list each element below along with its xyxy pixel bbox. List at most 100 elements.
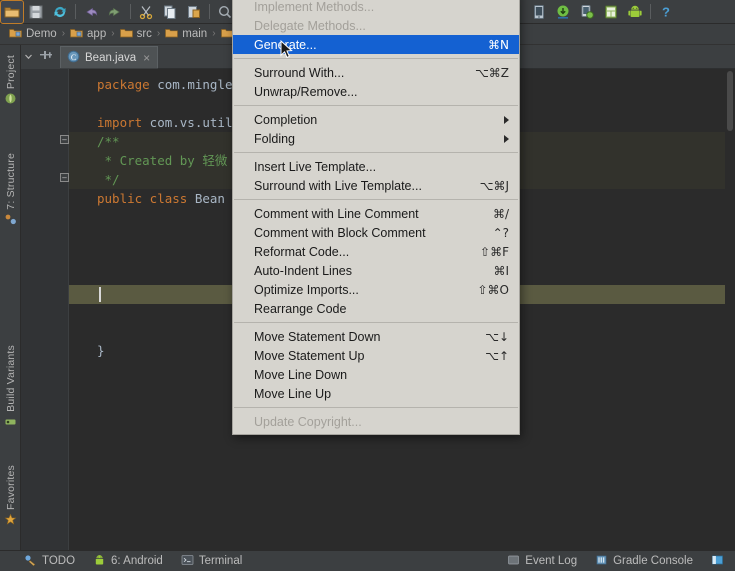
cut-icon[interactable] bbox=[135, 1, 157, 23]
sidebar-item-structure[interactable]: 7: Structure bbox=[0, 153, 21, 231]
folder-icon bbox=[165, 27, 179, 42]
terminal-icon bbox=[181, 554, 194, 569]
menu-item-accel: ⌘I bbox=[493, 263, 509, 278]
tab-bean-java[interactable]: C Bean.java × bbox=[60, 46, 159, 68]
menu-item-folding[interactable]: Folding bbox=[233, 129, 519, 148]
editor-context-menu[interactable]: Implement Methods... Delegate Methods...… bbox=[232, 0, 520, 435]
breadcrumb-separator: › bbox=[156, 28, 161, 39]
menu-item-update-copyright[interactable]: Update Copyright... bbox=[233, 412, 519, 431]
layout-inspector-icon[interactable] bbox=[600, 1, 622, 23]
menu-item-implement-methods[interactable]: Implement Methods... bbox=[233, 0, 519, 16]
menu-item-unwrap-remove[interactable]: Unwrap/Remove... bbox=[233, 82, 519, 101]
menu-item-completion[interactable]: Completion bbox=[233, 110, 519, 129]
menu-item-label: Generate... bbox=[254, 37, 317, 52]
save-all-icon[interactable] bbox=[25, 1, 47, 23]
status-item-android[interactable]: 6: Android bbox=[93, 554, 163, 569]
sidebar-item-label: 7: Structure bbox=[4, 153, 17, 210]
module-icon bbox=[9, 27, 22, 42]
menu-item-label: Folding bbox=[254, 131, 295, 146]
sync-icon[interactable] bbox=[49, 1, 71, 23]
status-item-label: 6: Android bbox=[111, 555, 163, 567]
status-item-gradle-console[interactable]: Gradle Console bbox=[595, 554, 693, 569]
folder-icon bbox=[119, 27, 133, 42]
menu-separator bbox=[234, 199, 518, 200]
breadcrumb-separator: › bbox=[212, 28, 216, 39]
menu-item-insert-live-template[interactable]: Insert Live Template... bbox=[233, 157, 519, 176]
status-item-terminal[interactable]: Terminal bbox=[181, 554, 242, 569]
menu-item-optimize-imports[interactable]: Optimize Imports... ⇧⌘O bbox=[233, 280, 519, 299]
breadcrumb-label: src bbox=[136, 28, 152, 40]
menu-item-label: Implement Methods... bbox=[254, 0, 375, 14]
close-icon[interactable]: × bbox=[143, 52, 150, 64]
chevron-down-icon[interactable] bbox=[24, 48, 33, 66]
status-bar: TODO 6: Android Terminal Event Log Gradl… bbox=[0, 550, 735, 571]
copy-icon[interactable] bbox=[159, 1, 181, 23]
fold-marker[interactable]: – bbox=[60, 173, 69, 182]
sidebar-item-project[interactable]: Project bbox=[0, 55, 21, 110]
menu-item-accel: ⌘/ bbox=[492, 206, 509, 221]
sidebar-item-favorites[interactable]: Favorites bbox=[0, 465, 21, 531]
menu-item-comment-with-line-comment[interactable]: Comment with Line Comment ⌘/ bbox=[233, 204, 519, 223]
breadcrumb-item-2[interactable]: src bbox=[117, 26, 155, 43]
menu-item-rearrange-code[interactable]: Rearrange Code bbox=[233, 299, 519, 318]
menu-item-accel: ⌥⌘Z bbox=[474, 65, 509, 80]
menu-item-move-statement-down[interactable]: Move Statement Down ⌥↓ bbox=[233, 327, 519, 346]
sdk-manager-icon[interactable] bbox=[552, 1, 574, 23]
code-line-closing-brace: } bbox=[97, 343, 105, 358]
fold-marker[interactable]: – bbox=[60, 135, 69, 144]
todo-icon bbox=[24, 554, 37, 569]
toolbar-group-android: ? bbox=[527, 0, 678, 23]
menu-item-accel: ⌥↑ bbox=[485, 348, 509, 363]
menu-item-auto-indent-lines[interactable]: Auto-Indent Lines ⌘I bbox=[233, 261, 519, 280]
variants-icon bbox=[4, 415, 17, 433]
toolbar-separator bbox=[209, 4, 210, 19]
menu-separator bbox=[234, 407, 518, 408]
menu-item-label: Completion bbox=[254, 112, 318, 127]
redo-icon[interactable] bbox=[104, 1, 126, 23]
menu-item-label: Surround With... bbox=[254, 65, 345, 80]
menu-item-move-statement-up[interactable]: Move Statement Up ⌥↑ bbox=[233, 346, 519, 365]
menu-item-reformat-code[interactable]: Reformat Code... ⇧⌘F bbox=[233, 242, 519, 261]
menu-item-generate[interactable]: Generate... ⌘N bbox=[233, 35, 519, 54]
menu-item-accel: ⌥⌘J bbox=[479, 178, 509, 193]
menu-item-surround-with-live-template[interactable]: Surround with Live Template... ⌥⌘J bbox=[233, 176, 519, 195]
avd-manager-icon[interactable] bbox=[528, 1, 550, 23]
help-icon[interactable]: ? bbox=[655, 1, 677, 23]
text-caret bbox=[99, 287, 101, 302]
open-project-icon[interactable] bbox=[0, 0, 24, 24]
undo-icon[interactable] bbox=[80, 1, 102, 23]
menu-item-label: Surround with Live Template... bbox=[254, 178, 422, 193]
sidebar-item-label: Favorites bbox=[4, 465, 17, 510]
submenu-arrow-icon bbox=[504, 134, 509, 143]
toolbar-group-file bbox=[0, 0, 237, 24]
editor-vertical-scrollbar[interactable] bbox=[725, 69, 735, 550]
gradle-icon bbox=[595, 554, 608, 569]
status-bar-left: TODO 6: Android Terminal bbox=[0, 554, 260, 569]
structure-icon bbox=[4, 213, 17, 231]
menu-item-move-line-up[interactable]: Move Line Up bbox=[233, 384, 519, 403]
sidebar-item-build-variants[interactable]: Build Variants bbox=[0, 345, 21, 433]
scrollbar-thumb[interactable] bbox=[727, 71, 733, 131]
breadcrumb-item-3[interactable]: main bbox=[162, 26, 210, 43]
menu-item-move-line-down[interactable]: Move Line Down bbox=[233, 365, 519, 384]
submenu-arrow-icon bbox=[504, 115, 509, 124]
paste-icon[interactable] bbox=[183, 1, 205, 23]
svg-text:C: C bbox=[71, 52, 76, 61]
status-item-settings[interactable] bbox=[711, 554, 729, 569]
code-line-doc-close: */ bbox=[97, 172, 120, 187]
toolbar-separator bbox=[75, 4, 76, 19]
structure-toggle-icon[interactable] bbox=[39, 48, 53, 66]
editor-gutter[interactable]: – – bbox=[21, 69, 69, 550]
menu-item-comment-with-block-comment[interactable]: Comment with Block Comment ⌃? bbox=[233, 223, 519, 242]
menu-item-delegate-methods[interactable]: Delegate Methods... bbox=[233, 16, 519, 35]
menu-separator bbox=[234, 322, 518, 323]
menu-item-surround-with[interactable]: Surround With... ⌥⌘Z bbox=[233, 63, 519, 82]
ddms-icon[interactable] bbox=[576, 1, 598, 23]
breadcrumb-item-0[interactable]: Demo bbox=[6, 26, 60, 43]
breadcrumb-label: Demo bbox=[26, 28, 57, 40]
toolbar-separator bbox=[650, 4, 651, 19]
android-icon[interactable] bbox=[624, 1, 646, 23]
breadcrumb-item-1[interactable]: app bbox=[67, 26, 109, 43]
status-item-todo[interactable]: TODO bbox=[24, 554, 75, 569]
status-item-event-log[interactable]: Event Log bbox=[507, 554, 577, 569]
